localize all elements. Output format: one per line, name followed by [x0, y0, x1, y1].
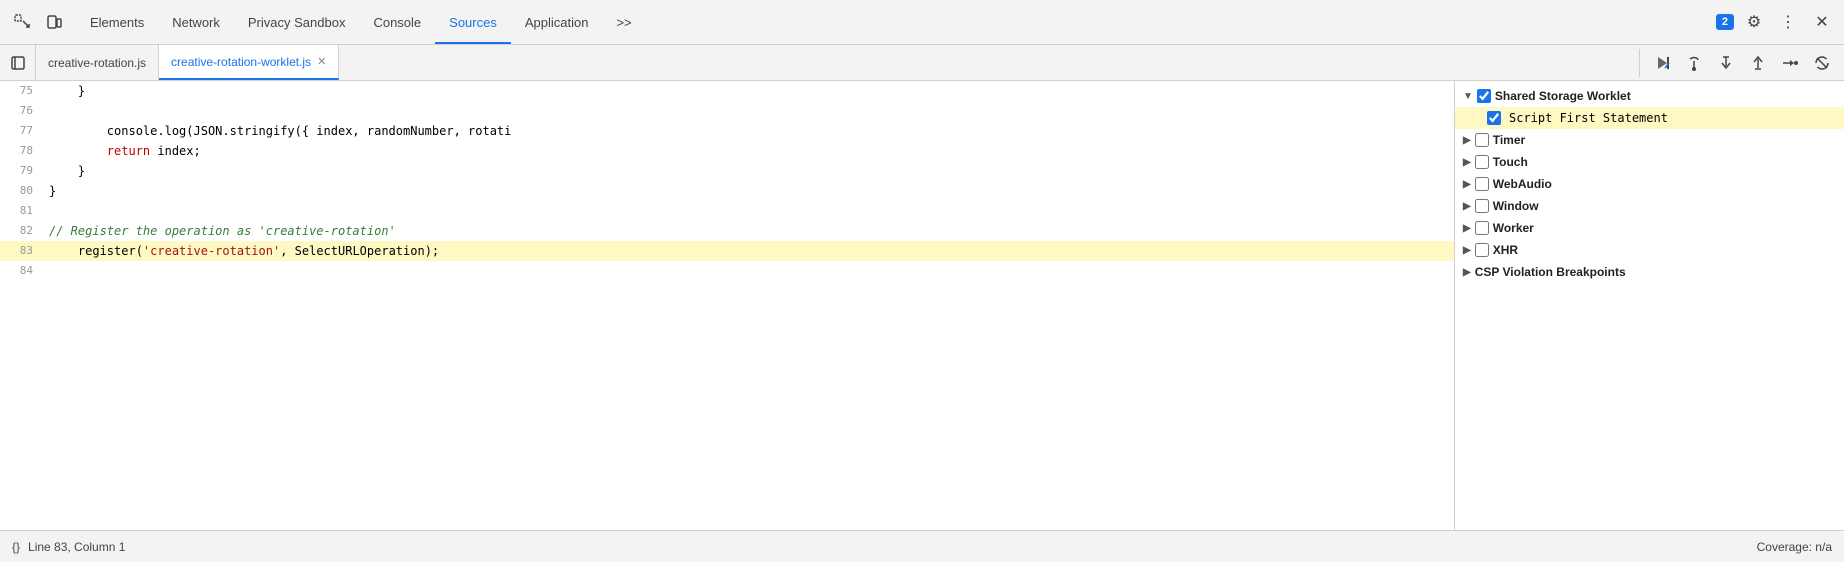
- tab-privacy-sandbox[interactable]: Privacy Sandbox: [234, 0, 360, 44]
- devtools-icon-group: [8, 8, 68, 36]
- device-toggle-icon[interactable]: [40, 8, 68, 36]
- code-editor[interactable]: 75 } 76 77 console.log(JSON.stringify({ …: [0, 81, 1454, 530]
- chevron-right-icon: ▶: [1463, 267, 1471, 278]
- breakpoint-label: Script First Statement: [1509, 111, 1668, 125]
- section-touch[interactable]: ▶ Touch: [1455, 151, 1844, 173]
- tab-elements[interactable]: Elements: [76, 0, 158, 44]
- breakpoint-section: ▼ Shared Storage Worklet Script First St…: [1455, 81, 1844, 287]
- status-bar: {} Line 83, Column 1 Coverage: n/a: [0, 530, 1844, 562]
- close-icon[interactable]: ✕: [1808, 8, 1836, 36]
- timer-checkbox[interactable]: [1475, 133, 1489, 147]
- code-line-75: 75 }: [0, 81, 1454, 101]
- section-label: WebAudio: [1493, 177, 1552, 191]
- code-line-82: 82 // Register the operation as 'creativ…: [0, 221, 1454, 241]
- debug-controls: [1639, 49, 1844, 77]
- script-first-statement-checkbox[interactable]: [1487, 111, 1501, 125]
- section-label: Touch: [1493, 155, 1528, 169]
- tab-sources[interactable]: Sources: [435, 0, 511, 44]
- main-nav-tabs: Elements Network Privacy Sandbox Console…: [76, 0, 1716, 44]
- section-window[interactable]: ▶ Window: [1455, 195, 1844, 217]
- more-options-icon[interactable]: ⋮: [1774, 8, 1802, 36]
- toolbar-right: 2 ⚙ ⋮ ✕: [1716, 8, 1836, 36]
- debug-step-over-button[interactable]: [1680, 49, 1708, 77]
- section-webaudio[interactable]: ▶ WebAudio: [1455, 173, 1844, 195]
- touch-checkbox[interactable]: [1475, 155, 1489, 169]
- code-line-81: 81: [0, 201, 1454, 221]
- status-bar-left: {} Line 83, Column 1: [12, 540, 125, 554]
- section-shared-storage-worklet[interactable]: ▼ Shared Storage Worklet: [1455, 85, 1844, 107]
- chevron-right-icon: ▶: [1463, 223, 1471, 234]
- code-line-78: 78 return index;: [0, 141, 1454, 161]
- section-label: Shared Storage Worklet: [1495, 89, 1631, 103]
- section-xhr[interactable]: ▶ XHR: [1455, 239, 1844, 261]
- section-worker[interactable]: ▶ Worker: [1455, 217, 1844, 239]
- debug-step-out-button[interactable]: [1744, 49, 1772, 77]
- debug-step-button[interactable]: [1776, 49, 1804, 77]
- code-line-80: 80 }: [0, 181, 1454, 201]
- tab-console[interactable]: Console: [359, 0, 435, 44]
- section-csp-violation[interactable]: ▶ CSP Violation Breakpoints: [1455, 261, 1844, 283]
- debug-deactivate-button[interactable]: [1808, 49, 1836, 77]
- chevron-right-icon: ▶: [1463, 245, 1471, 256]
- tab-more[interactable]: >>: [602, 0, 645, 44]
- right-panel: ▼ Shared Storage Worklet Script First St…: [1454, 81, 1844, 530]
- top-toolbar: Elements Network Privacy Sandbox Console…: [0, 0, 1844, 45]
- tab-application[interactable]: Application: [511, 0, 603, 44]
- section-timer[interactable]: ▶ Timer: [1455, 129, 1844, 151]
- chevron-down-icon: ▼: [1463, 91, 1473, 102]
- chevron-right-icon: ▶: [1463, 135, 1471, 146]
- debug-resume-button[interactable]: [1648, 49, 1676, 77]
- sidebar-toggle-button[interactable]: [0, 45, 36, 81]
- worker-checkbox[interactable]: [1475, 221, 1489, 235]
- shared-storage-worklet-checkbox[interactable]: [1477, 89, 1491, 103]
- code-line-76: 76: [0, 101, 1454, 121]
- tab-network[interactable]: Network: [158, 0, 234, 44]
- message-badge[interactable]: 2: [1716, 14, 1734, 30]
- coverage-label: Coverage: n/a: [1757, 540, 1832, 554]
- section-label: Timer: [1493, 133, 1525, 147]
- main-content: 75 } 76 77 console.log(JSON.stringify({ …: [0, 81, 1844, 530]
- file-tab-creative-rotation-worklet[interactable]: creative-rotation-worklet.js ✕: [159, 45, 339, 80]
- settings-icon[interactable]: ⚙: [1740, 8, 1768, 36]
- file-tab-label: creative-rotation.js: [48, 56, 146, 70]
- file-tab-label: creative-rotation-worklet.js: [171, 55, 311, 69]
- file-tab-close-icon[interactable]: ✕: [317, 55, 326, 68]
- webaudio-checkbox[interactable]: [1475, 177, 1489, 191]
- select-element-icon[interactable]: [8, 8, 36, 36]
- breakpoint-item-script-first-statement[interactable]: Script First Statement: [1455, 107, 1844, 129]
- code-line-83: 83 register('creative-rotation', SelectU…: [0, 241, 1454, 261]
- curly-braces-icon: {}: [12, 540, 20, 554]
- code-line-84: 84: [0, 261, 1454, 281]
- section-label: XHR: [1493, 243, 1518, 257]
- cursor-position: Line 83, Column 1: [28, 540, 125, 554]
- status-bar-right: Coverage: n/a: [1757, 540, 1832, 554]
- window-checkbox[interactable]: [1475, 199, 1489, 213]
- section-label: CSP Violation Breakpoints: [1475, 265, 1626, 279]
- code-line-79: 79 }: [0, 161, 1454, 181]
- file-tabs: creative-rotation.js creative-rotation-w…: [36, 45, 1639, 80]
- file-tab-creative-rotation[interactable]: creative-rotation.js: [36, 45, 159, 80]
- file-toolbar: creative-rotation.js creative-rotation-w…: [0, 45, 1844, 81]
- debug-step-into-button[interactable]: [1712, 49, 1740, 77]
- chevron-right-icon: ▶: [1463, 201, 1471, 212]
- xhr-checkbox[interactable]: [1475, 243, 1489, 257]
- code-lines: 75 } 76 77 console.log(JSON.stringify({ …: [0, 81, 1454, 281]
- code-line-77: 77 console.log(JSON.stringify({ index, r…: [0, 121, 1454, 141]
- section-label: Worker: [1493, 221, 1534, 235]
- chevron-right-icon: ▶: [1463, 157, 1471, 168]
- chevron-right-icon: ▶: [1463, 179, 1471, 190]
- section-label: Window: [1493, 199, 1539, 213]
